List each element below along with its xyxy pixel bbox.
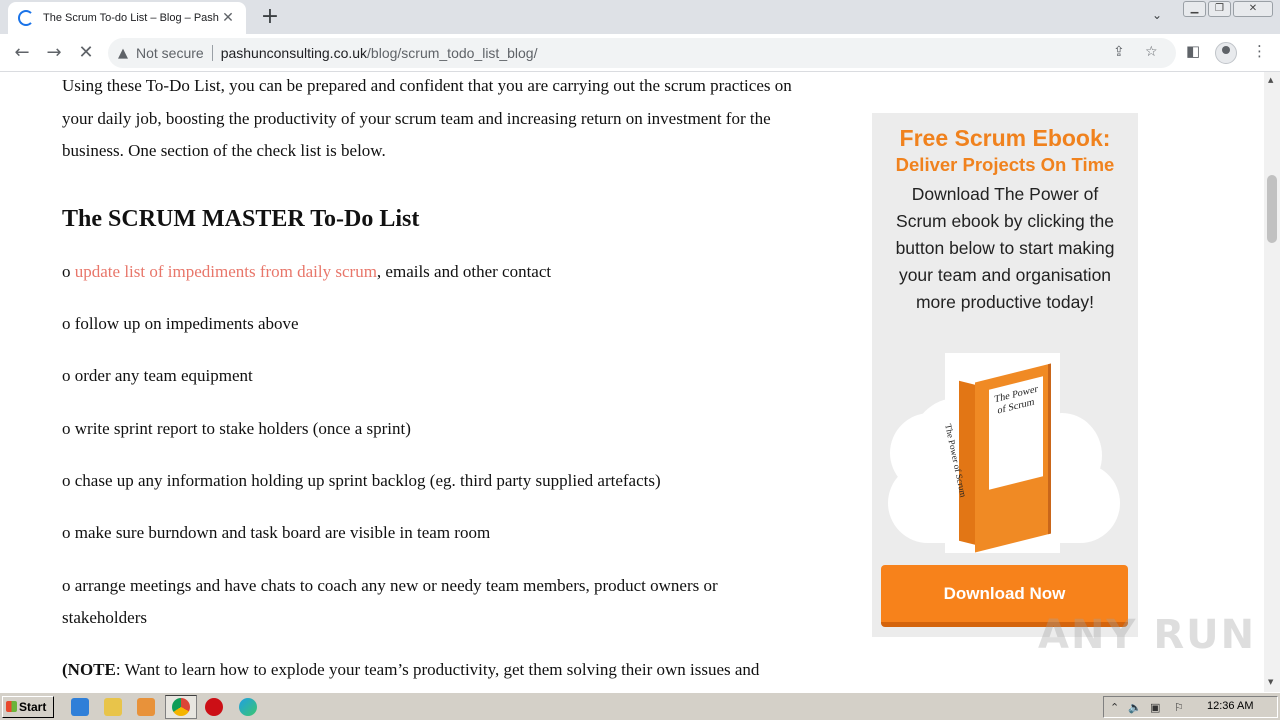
url-domain: pashunconsulting.co.uk: [220, 45, 368, 61]
list-item: o chase up any information holding up sp…: [62, 465, 661, 497]
list-item: o follow up on impediments above: [62, 308, 299, 340]
ad-description: Download The Power of Scrum ebook by cli…: [895, 184, 1115, 312]
page-content: Using these To-Do List, you can be prepa…: [0, 72, 1264, 692]
anyrun-watermark: ANY RUN: [1038, 612, 1257, 658]
bookmark-star-icon[interactable]: ☆: [1145, 44, 1158, 60]
menu-kebab-icon[interactable]: ⋮: [1252, 42, 1267, 60]
tab-close-icon[interactable]: ✕: [220, 10, 236, 26]
network-icon[interactable]: ▣: [1150, 701, 1160, 714]
list-bullet: o: [62, 314, 71, 333]
share-icon[interactable]: ⇪: [1113, 44, 1125, 60]
list-bullet: o: [62, 523, 71, 542]
minimize-button[interactable]: ▁: [1183, 1, 1206, 17]
security-label[interactable]: Not secure: [136, 45, 204, 61]
show-hidden-icons-icon[interactable]: ⌃: [1110, 701, 1119, 714]
address-bar[interactable]: ▲ Not secure pashunconsulting.co.uk/blog…: [108, 38, 1176, 68]
tab-strip: The Scrum To-do List – Blog – Pashun ✕ +…: [0, 0, 1280, 34]
impediments-link[interactable]: update list of impediments from daily sc…: [75, 262, 377, 281]
file-explorer-icon[interactable]: [104, 698, 122, 716]
edge-icon[interactable]: [239, 698, 257, 716]
forward-arrow-icon[interactable]: →: [42, 41, 66, 65]
list-item-text: write sprint report to stake holders (on…: [74, 419, 411, 438]
scroll-thumb[interactable]: [1267, 175, 1277, 243]
volume-icon[interactable]: 🔈: [1128, 701, 1142, 714]
url-path: /blog/scrum_todo_list_blog/: [367, 45, 538, 61]
maximize-button[interactable]: ❐: [1208, 1, 1231, 17]
chrome-icon: [172, 698, 190, 716]
action-center-flag-icon[interactable]: ⚐: [1174, 701, 1184, 714]
scroll-up-arrow-icon[interactable]: ▲: [1268, 76, 1273, 84]
list-item: o arrange meetings and have chats to coa…: [62, 570, 782, 634]
list-item: o make sure burndown and task board are …: [62, 517, 490, 549]
list-item-text: arrange meetings and have chats to coach…: [62, 576, 718, 627]
book-title: The Power of Scrum: [989, 376, 1043, 490]
list-bullet: o: [62, 366, 71, 385]
windows-taskbar: Start ⌃ 🔈 ▣ ⚐ 12:36 AM: [0, 692, 1280, 720]
intro-paragraph: Using these To-Do List, you can be prepa…: [62, 76, 792, 160]
article: Using these To-Do List, you can be prepa…: [62, 72, 812, 679]
system-tray: ⌃ 🔈 ▣ ⚐ 12:36 AM: [1103, 696, 1278, 718]
profile-avatar-icon[interactable]: [1215, 42, 1237, 64]
section-heading: The SCRUM MASTER To-Do List: [62, 205, 420, 232]
taskbar-clock[interactable]: 12:36 AM: [1207, 700, 1253, 712]
browser-tab[interactable]: The Scrum To-do List – Blog – Pashun ✕: [8, 2, 246, 34]
ebook-cover-image: The Power of Scrum The Power of Scrum: [943, 353, 1060, 553]
list-item-text: order any team equipment: [74, 366, 253, 385]
internet-explorer-icon[interactable]: [71, 698, 89, 716]
close-window-button[interactable]: ✕: [1233, 1, 1273, 17]
url-text[interactable]: pashunconsulting.co.uk/blog/scrum_todo_l…: [221, 45, 538, 61]
back-arrow-icon[interactable]: ←: [10, 41, 34, 65]
browser-toolbar: ← → ✕ ▲ Not secure pashunconsulting.co.u…: [0, 34, 1280, 72]
ad-subtitle: Deliver Projects On Time: [895, 154, 1115, 175]
tab-search-chevron-icon[interactable]: ⌄: [1152, 8, 1162, 22]
media-player-icon[interactable]: [137, 698, 155, 716]
list-item-text: make sure burndown and task board are vi…: [74, 523, 491, 542]
note-text: : Want to learn how to explode your team…: [115, 660, 760, 679]
page-scrollbar[interactable]: ▲ ▼: [1264, 72, 1280, 692]
new-tab-button[interactable]: +: [259, 4, 281, 30]
stop-loading-icon[interactable]: ✕: [74, 41, 98, 65]
list-item: o order any team equipment: [62, 360, 253, 392]
list-bullet: o: [62, 576, 71, 595]
tab-title: The Scrum To-do List – Blog – Pashun: [43, 12, 219, 24]
list-item-text: follow up on impediments above: [74, 314, 299, 333]
loading-spinner-icon: [18, 10, 34, 26]
list-item-text: , emails and other contact: [376, 262, 552, 281]
list-bullet: o: [62, 471, 71, 490]
list-item: o update list of impediments from daily …: [62, 256, 551, 288]
list-item: o write sprint report to stake holders (…: [62, 413, 411, 445]
list-bullet: o: [62, 262, 71, 281]
note-label: (NOTE: [62, 660, 116, 679]
warning-triangle-icon[interactable]: ▲: [118, 46, 128, 61]
list-item-text: chase up any information holding up spri…: [74, 471, 661, 490]
scroll-down-arrow-icon[interactable]: ▼: [1268, 678, 1273, 686]
opera-icon[interactable]: [205, 698, 223, 716]
side-panel-icon[interactable]: ◧: [1186, 42, 1200, 60]
address-separator: [211, 45, 213, 61]
list-bullet: o: [62, 419, 71, 438]
ebook-ad[interactable]: Free Scrum Ebook: Deliver Projects On Ti…: [872, 113, 1138, 637]
start-button[interactable]: Start: [2, 696, 54, 718]
ad-title: Free Scrum Ebook:: [899, 125, 1111, 151]
note-paragraph: (NOTE: Want to learn how to explode your…: [62, 654, 812, 686]
